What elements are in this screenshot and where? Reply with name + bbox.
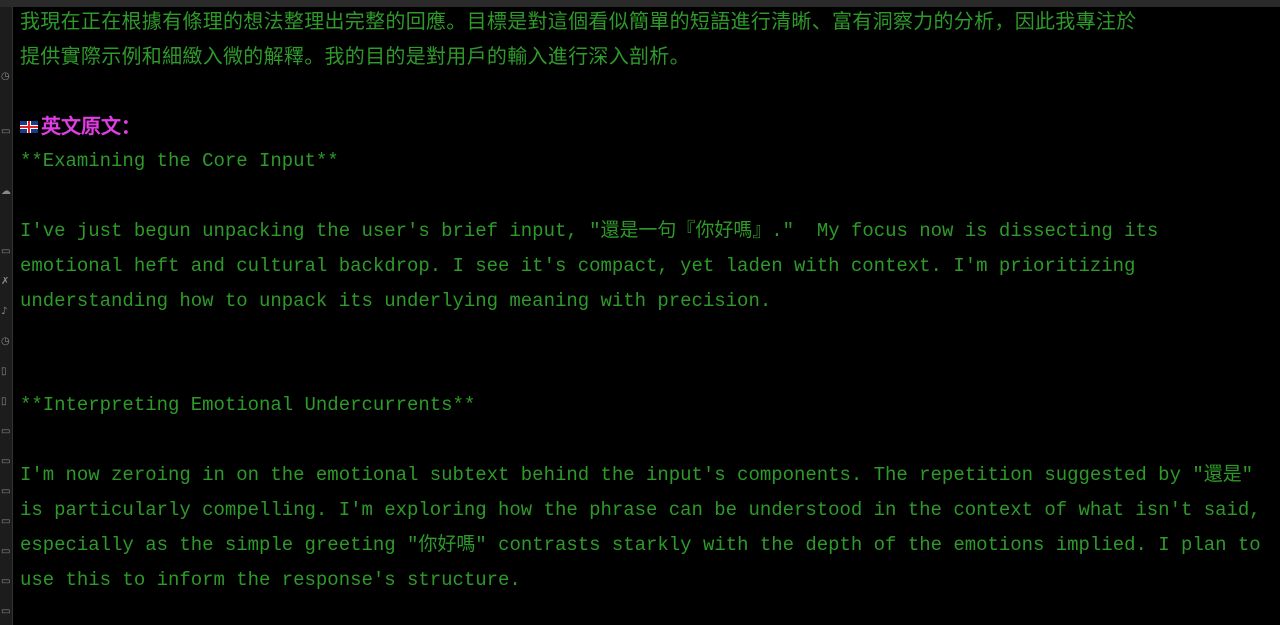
tool-icon[interactable]: ✗ [1,277,11,287]
folder-icon[interactable]: ▭ [1,517,11,527]
summary-line: 我現在正在根據有條理的想法整理出完整的回應。目標是對這個看似簡單的短語進行清晰、… [20,9,1137,33]
paragraph-line: I've just begun unpacking the user's bri… [20,220,1159,242]
section-heading: 英文原文： [20,109,1278,144]
thought-title: **Examining the Core Input** [20,150,339,172]
file-icon[interactable]: ▯ [1,367,11,377]
folder-icon[interactable]: ▭ [1,427,11,437]
summary-line: 提供實際示例和細緻入微的解釋。我的目的是對用戶的輸入進行深入剖析。 [20,44,690,68]
clock-icon[interactable]: ◷ [1,337,11,347]
file-icon[interactable]: ▯ [1,397,11,407]
folder-icon[interactable]: ▭ [1,607,11,617]
cloud-icon[interactable]: ☁ [1,187,11,197]
music-icon[interactable]: ♪ [1,307,11,317]
folder-icon[interactable]: ▭ [1,487,11,497]
folder-icon[interactable]: ▭ [1,127,11,137]
folder-icon[interactable]: ▭ [1,247,11,257]
paragraph-line: use this to inform the response's struct… [20,569,521,591]
uk-flag-icon [20,120,38,133]
paragraph-line: understanding how to unpack its underlyi… [20,290,772,312]
folder-icon[interactable]: ▭ [1,547,11,557]
thought-title: **Interpreting Emotional Undercurrents** [20,394,476,416]
folder-icon[interactable]: ▭ [1,577,11,587]
folder-icon[interactable]: ▭ [1,457,11,467]
left-sidebar: ◷ ▭ ☁ ▭ ✗ ♪ ◷ ▯ ▯ ▭ ▭ ▭ ▭ ▭ ▭ ▭ [0,7,13,625]
chat-message: 我現在正在根據有條理的想法整理出完整的回應。目標是對這個看似簡單的短語進行清晰、… [20,4,1278,598]
paragraph-line: is particularly compelling. I'm explorin… [20,499,1261,521]
clock-icon[interactable]: ◷ [1,72,11,82]
paragraph-line: especially as the simple greeting "你好嗎" … [20,534,1261,556]
section-heading-label: 英文原文： [41,114,141,138]
paragraph-line: emotional heft and cultural backdrop. I … [20,255,1136,277]
paragraph-line: I'm now zeroing in on the emotional subt… [20,464,1254,486]
